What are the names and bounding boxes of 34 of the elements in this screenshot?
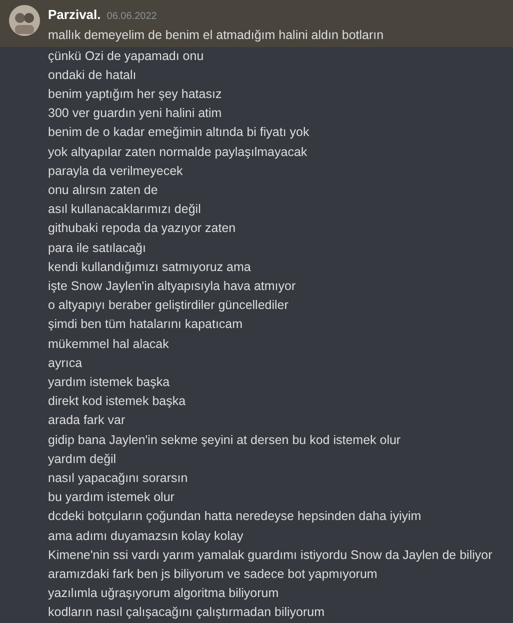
avatar-icon[interactable] — [8, 5, 40, 36]
message-line: benim de o kadar emeğimin altında bi fiyatı yok — [48, 124, 310, 142]
message-line: dcdeki botçuların çoğundan hatta neredeyse hepsinden daha iyiyim — [48, 508, 422, 526]
message-line: yazılımla uğraşıyorum algoritma biliyorum — [48, 585, 280, 602]
message-line: githubaki repoda da yazıyor zaten — [48, 220, 237, 238]
message-line: kendi kullandığımızı satmıyoruz ama — [48, 258, 252, 276]
message-line: yok altyapılar zaten normalde paylaşılmayacak — [48, 144, 308, 161]
message-line: mükemmel hal alacak — [48, 336, 170, 353]
message-line: o altyapıyı beraber geliştirdiler güncellediler — [48, 297, 290, 314]
message-line: ama adımı duyamazsın kolay kolay — [48, 528, 244, 545]
message-line: direkt kod istemek başka — [48, 393, 187, 410]
message-line: şimdi ben tüm hatalarını kapatıcam — [48, 316, 244, 334]
message-line: arada fark var — [48, 412, 126, 430]
message-line: benim yaptığım her şey hatasız — [48, 86, 223, 103]
message-line: para ile satılacağı — [48, 240, 147, 257]
message-line: mallık demeyelim de benim el atmadığım halini aldın botların — [48, 27, 384, 44]
message-line: 300 ver guardın yeni halini atim — [48, 105, 223, 122]
message-line: işte Snow Jaylen'in altyapısıyla hava atmıyor — [48, 278, 297, 295]
message-line: aramızdaki fark ben js biliyorum ve sadece bot yapmıyorum — [48, 566, 378, 583]
message-line: nasıl yapacağını sorarsın — [48, 470, 189, 487]
message-line: onu alırsın zaten de — [48, 182, 159, 199]
username[interactable]: Parzival. — [48, 5, 101, 24]
message-line: çünkü Ozi de yapamadı onu — [48, 48, 205, 65]
message-line: bu yardım istemek olur — [48, 489, 176, 506]
message-line: ondaki de hatalı — [48, 66, 138, 84]
message-line: yardım değil — [48, 450, 118, 468]
message-line: Kimene'nin ssi vardı yarım yamalak guardımı istiyordu Snow da Jaylen de biliyor — [48, 546, 494, 564]
message-line: asıl kullanacaklarımızı değil — [48, 201, 202, 218]
message-line: parayla da verilmeyecek — [48, 162, 184, 180]
message-line: gidip bana Jaylen'in sekme şeyini at dersen bu kod istemek olur — [48, 432, 402, 449]
message-line: ayrıca — [48, 354, 84, 372]
message-line: kodların nasıl çalışacağını çalıştırmadan biliyorum — [48, 604, 326, 622]
message-line: yardım istemek başka — [48, 374, 171, 391]
timestamp: 06.06.2022 — [106, 10, 157, 24]
